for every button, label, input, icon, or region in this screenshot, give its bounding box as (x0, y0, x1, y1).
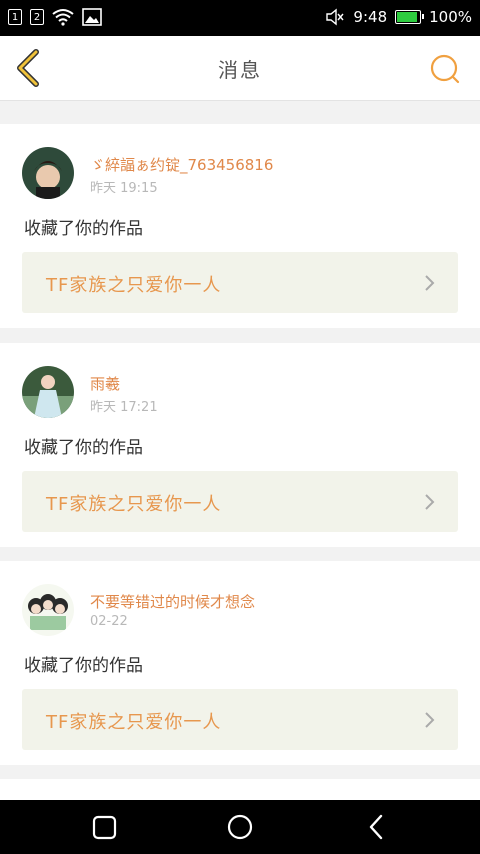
message-time: 昨天 19:15 (90, 181, 158, 196)
status-right: 9:48 100% (325, 8, 472, 26)
message-time: 02-22 (90, 614, 128, 629)
message-time: 昨天 17:21 (90, 400, 158, 415)
app-header: 消息 (0, 36, 480, 101)
nav-back-button[interactable] (362, 812, 392, 842)
avatar[interactable] (22, 366, 74, 418)
work-link[interactable]: TF家族之只爱你一人 (22, 689, 458, 750)
mute-icon (326, 8, 344, 26)
username[interactable]: 雨羲 (90, 373, 120, 394)
message-action: 收藏了你的作品 (24, 656, 143, 676)
avatar[interactable] (22, 147, 74, 199)
recents-button[interactable] (90, 812, 120, 842)
system-nav-bar (0, 800, 480, 854)
page-title: 消息 (218, 58, 262, 82)
status-bar: 1 2 9:48 100% (0, 0, 480, 36)
sim2-icon: 2 (30, 9, 44, 25)
status-time: 9:48 (353, 8, 388, 26)
work-title: TF家族之只爱你一人 (46, 712, 222, 733)
wifi-icon (52, 9, 74, 26)
username[interactable]: 不要等错过的时候才想念 (90, 591, 255, 612)
work-title: TF家族之只爱你一人 (46, 494, 222, 515)
message-card: 不要等错过的时候才想念 02-22 收藏了你的作品 TF家族之只爱你一人 (0, 561, 480, 765)
username[interactable]: ゞ綷諨ぁ约锭_763456816 (90, 154, 273, 175)
status-left: 1 2 (8, 8, 102, 26)
work-title: TF家族之只爱你一人 (46, 275, 222, 296)
message-card: ゞ綷諨ぁ约锭_763456816 昨天 19:15 收藏了你的作品 TF家族之只… (0, 124, 480, 328)
battery-level: 100% (429, 8, 472, 26)
chevron-right-icon (425, 494, 435, 510)
work-link[interactable]: TF家族之只爱你一人 (22, 252, 458, 313)
chevron-right-icon (425, 712, 435, 728)
avatar[interactable] (22, 584, 74, 636)
message-action: 收藏了你的作品 (24, 219, 143, 239)
search-icon[interactable] (428, 52, 462, 86)
home-button[interactable] (225, 812, 255, 842)
battery-icon (395, 10, 425, 24)
gallery-icon (82, 8, 102, 26)
message-action: 收藏了你的作品 (24, 438, 143, 458)
work-link[interactable]: TF家族之只爱你一人 (22, 471, 458, 532)
message-card: 雨羲 昨天 17:21 收藏了你的作品 TF家族之只爱你一人 (0, 343, 480, 547)
chevron-right-icon (425, 275, 435, 291)
sim1-icon: 1 (8, 9, 22, 25)
